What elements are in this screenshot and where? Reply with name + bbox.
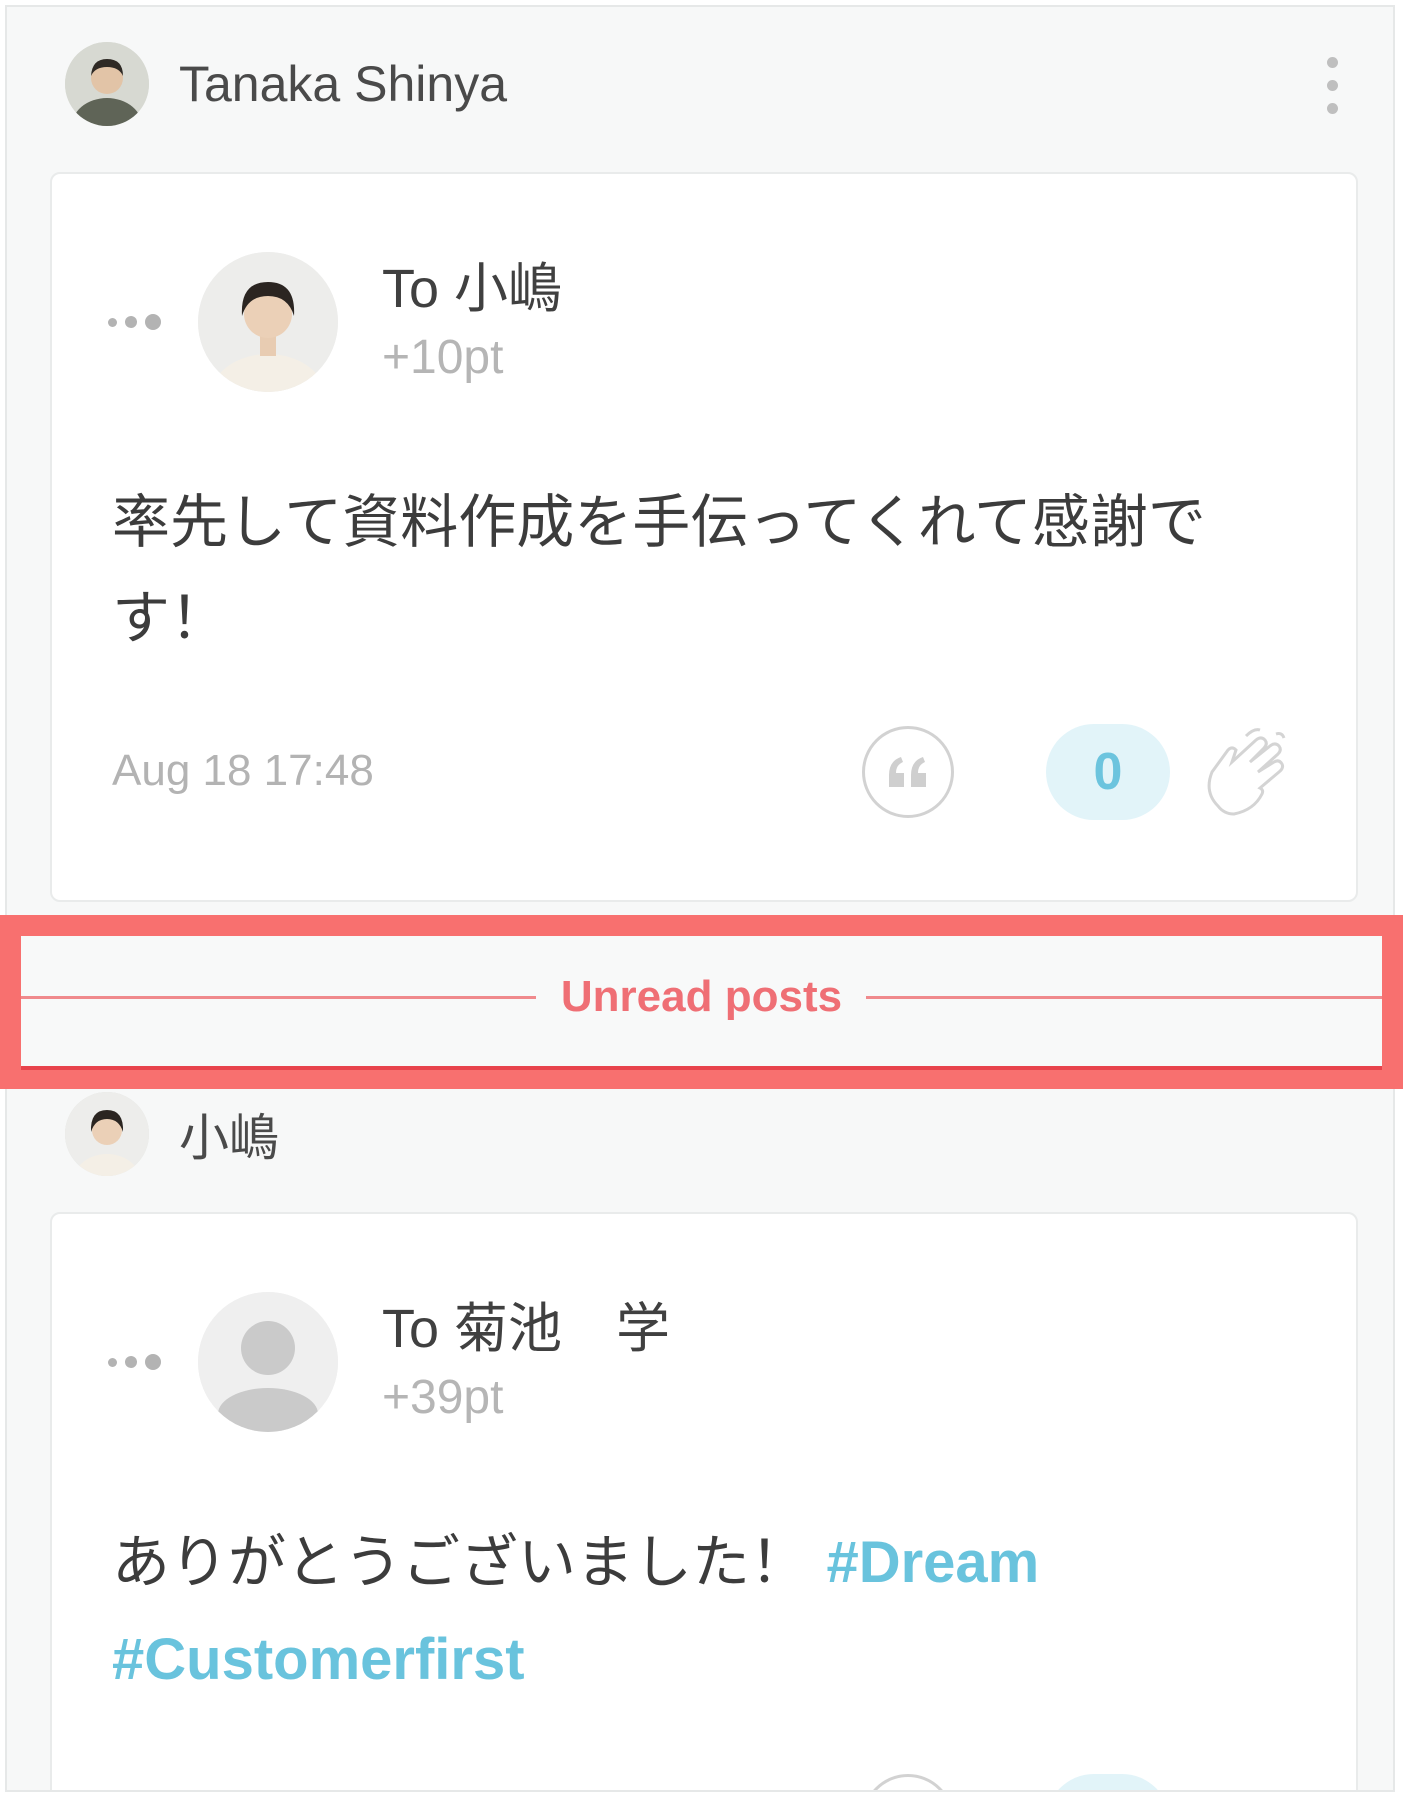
- unread-posts-label: Unread posts: [560, 972, 843, 1021]
- ellipsis-icon: [108, 1352, 174, 1372]
- unread-divider-highlight: Unread posts: [0, 915, 1403, 1089]
- author-name[interactable]: Tanaka Shinya: [179, 55, 507, 113]
- recipient-avatar[interactable]: [198, 1292, 338, 1432]
- message-text: ありがとうございました！: [112, 1528, 809, 1596]
- message-text: 率先して資料作成を手伝ってくれて感謝です！: [112, 488, 1206, 652]
- author-avatar[interactable]: [65, 1092, 149, 1176]
- post-timestamp: Aug 18 17:48: [112, 746, 374, 795]
- recipient-name[interactable]: To 小嶋: [382, 253, 562, 325]
- quote-button[interactable]: [862, 726, 954, 818]
- author-avatar[interactable]: [65, 42, 149, 126]
- more-vertical-icon[interactable]: [1327, 57, 1341, 126]
- recipient-info: To 小嶋 +10pt: [382, 253, 562, 391]
- recipient-name[interactable]: To 菊池 学: [382, 1293, 670, 1365]
- post-message: ありがとうございました！ #Dream #Customerfirst: [112, 1514, 1296, 1708]
- person-placeholder-icon: [198, 1292, 338, 1432]
- recipient-row: To 菊池 学 +39pt: [108, 1292, 670, 1432]
- recipient-avatar[interactable]: [198, 252, 338, 392]
- author-name[interactable]: 小嶋: [179, 1098, 279, 1170]
- clap-count-badge[interactable]: 0: [1046, 724, 1170, 820]
- clap-count-badge[interactable]: [1046, 1774, 1170, 1790]
- unread-divider: Unread posts: [21, 936, 1382, 1070]
- post-card[interactable]: To 菊池 学 +39pt ありがとうございました！ #Dream #Custo…: [50, 1212, 1358, 1790]
- post-card[interactable]: To 小嶋 +10pt 率先して資料作成を手伝ってくれて感謝です！ Aug 18…: [50, 172, 1358, 902]
- points-awarded: +10pt: [382, 331, 504, 384]
- hashtag-link[interactable]: #Customerfirst: [112, 1627, 525, 1692]
- hashtag-link[interactable]: #Dream: [826, 1530, 1039, 1595]
- quote-icon: [889, 757, 926, 787]
- man-avatar-photo: [65, 42, 149, 126]
- woman-avatar-photo: [198, 252, 338, 392]
- points-awarded: +39pt: [382, 1371, 504, 1424]
- clap-icon[interactable]: [1198, 726, 1294, 822]
- ellipsis-icon: [108, 312, 174, 332]
- woman-avatar-photo: [65, 1092, 149, 1176]
- timeline-panel: Tanaka Shinya To 小嶋 +10pt 率先して資料作成を手伝ってく…: [5, 5, 1395, 1792]
- post-message: 率先して資料作成を手伝ってくれて感謝です！: [112, 474, 1296, 666]
- quote-button[interactable]: [862, 1774, 954, 1790]
- recipient-row: To 小嶋 +10pt: [108, 252, 562, 392]
- post-header: Tanaka Shinya: [65, 42, 507, 126]
- post-header: 小嶋: [65, 1092, 279, 1176]
- recipient-info: To 菊池 学 +39pt: [382, 1293, 670, 1431]
